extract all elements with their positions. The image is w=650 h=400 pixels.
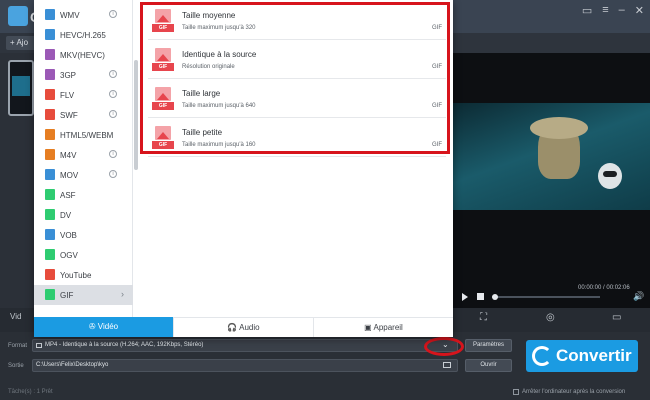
film-icon (36, 343, 42, 348)
file-thumbnail[interactable] (8, 60, 34, 116)
highlight-rectangle (140, 2, 450, 154)
shutdown-label: Arrêter l'ordinateur après la conversion (522, 389, 626, 395)
m4v-icon (45, 149, 55, 160)
format-item-label: M4V (60, 151, 77, 160)
asf-icon (45, 189, 55, 200)
format-list: WMV i HEVC/H.265 MKV(HEVC) 3GP i FLV i SWF i HTML5… (34, 0, 133, 317)
format-item-label: 3GP (60, 71, 77, 80)
mov-icon (45, 169, 55, 180)
convert-label: Convertir (556, 346, 632, 365)
flv-icon (45, 89, 55, 100)
format-item-ogv[interactable]: OGV (34, 245, 133, 265)
film-reel-icon: ✇ (88, 322, 98, 331)
format-select-value: MP4 - Identique à la source (H.264; AAC,… (45, 342, 204, 348)
close-icon[interactable]: ✕ (635, 4, 644, 17)
info-icon[interactable]: i (109, 110, 117, 118)
progress-slider[interactable] (492, 294, 600, 300)
format-select[interactable]: MP4 - Identique à la source (H.264; AAC,… (32, 339, 458, 352)
tab-video[interactable]: ✇ Vidéo (34, 317, 173, 337)
format-item-label: MKV(HEVC) (60, 51, 105, 60)
app-logo (8, 6, 28, 26)
time-display: 00:00:00 / 00:02:06 (578, 285, 630, 291)
format-item-m4v[interactable]: M4V i (34, 145, 133, 165)
tab-video-label: Vidéo (97, 322, 119, 331)
vob-icon (45, 229, 55, 240)
format-item-label: HEVC/H.265 (60, 31, 106, 40)
swf-icon (45, 109, 55, 120)
headphones-icon: 🎧 (227, 323, 240, 332)
output-label: Sortie (8, 363, 24, 369)
format-item-mkv-hevc-[interactable]: MKV(HEVC) (34, 45, 133, 65)
format-item-label: MOV (60, 171, 79, 180)
info-icon[interactable]: i (109, 90, 117, 98)
format-item-label: FLV (60, 91, 75, 100)
format-item-label: GIF (60, 291, 74, 300)
format-item-label: DV (60, 211, 72, 220)
format-item-label: WMV (60, 11, 80, 20)
format-item-vob[interactable]: VOB (34, 225, 133, 245)
format-item-3gp[interactable]: 3GP i (34, 65, 133, 85)
chevron-right-icon: › (121, 289, 124, 299)
snapshot-icon[interactable]: ◎ (546, 312, 555, 323)
refresh-icon (532, 346, 552, 366)
format-item-label: YouTube (60, 271, 92, 280)
format-item-wmv[interactable]: WMV i (34, 5, 133, 25)
hevc-icon (45, 29, 55, 40)
convert-button[interactable]: Convertir (526, 340, 638, 372)
format-item-label: SWF (60, 111, 78, 120)
chat-icon[interactable]: ▭ (582, 4, 592, 17)
ogv-icon (45, 249, 55, 260)
format-item-asf[interactable]: ASF (34, 185, 133, 205)
video-character (530, 117, 588, 179)
minimize-icon[interactable]: – (619, 4, 625, 17)
format-item-label: HTML5/WEBM (60, 131, 114, 140)
open-button[interactable]: Ouvrir (465, 359, 512, 372)
format-label: Format (8, 343, 28, 349)
tab-audio-label: Audio (239, 323, 260, 332)
folder-icon[interactable]: ▭ (612, 312, 621, 323)
window-controls: ▭ ≡ – ✕ (582, 4, 644, 17)
parameters-button[interactable]: Paramètres (465, 339, 512, 352)
format-item-mov[interactable]: MOV i (34, 165, 133, 185)
info-icon[interactable]: i (109, 170, 117, 178)
format-item-label: OGV (60, 251, 78, 260)
tab-device[interactable]: ▣ Appareil (313, 317, 453, 337)
info-icon[interactable]: i (109, 150, 117, 158)
html5-icon (45, 129, 55, 140)
video-character-2 (598, 163, 622, 189)
dv-icon (45, 209, 55, 220)
play-icon[interactable] (462, 293, 468, 301)
category-tabs: ✇ Vidéo 🎧 Audio ▣ Appareil (34, 317, 453, 337)
format-item-gif[interactable]: GIF › (34, 285, 133, 305)
format-item-dv[interactable]: DV (34, 205, 133, 225)
youtube-icon (45, 269, 55, 280)
format-item-hevc-h-265[interactable]: HEVC/H.265 (34, 25, 133, 45)
tab-audio[interactable]: 🎧 Audio (173, 317, 313, 337)
mkv-hevc-icon (45, 49, 55, 60)
video-frame (453, 103, 650, 210)
format-item-flv[interactable]: FLV i (34, 85, 133, 105)
status-text: Tâche(s) : 1 Prêt (8, 389, 53, 395)
shutdown-checkbox[interactable] (513, 389, 519, 395)
format-item-html5-webm[interactable]: HTML5/WEBM (34, 125, 133, 145)
video-tab-partial[interactable]: Vid (10, 312, 21, 321)
info-icon[interactable]: i (109, 10, 117, 18)
tab-device-label: Appareil (373, 323, 403, 332)
3gp-icon (45, 69, 55, 80)
stop-icon[interactable] (477, 293, 484, 300)
add-file-button[interactable]: + Ajo (6, 36, 36, 50)
info-icon[interactable]: i (109, 70, 117, 78)
format-item-swf[interactable]: SWF i (34, 105, 133, 125)
wmv-icon (45, 9, 55, 20)
browse-folder-icon[interactable] (443, 362, 451, 368)
format-item-youtube[interactable]: YouTube (34, 265, 133, 285)
format-item-label: ASF (60, 191, 76, 200)
volume-icon[interactable]: 🔊 (633, 291, 644, 302)
output-path-field[interactable]: C:\Users\Felix\Desktop\kyo (32, 359, 458, 372)
crop-icon[interactable]: ⛶ (480, 312, 487, 323)
gif-icon (45, 289, 55, 300)
highlight-ellipse (424, 337, 464, 356)
format-item-label: VOB (60, 231, 77, 240)
menu-icon[interactable]: ≡ (602, 4, 608, 17)
